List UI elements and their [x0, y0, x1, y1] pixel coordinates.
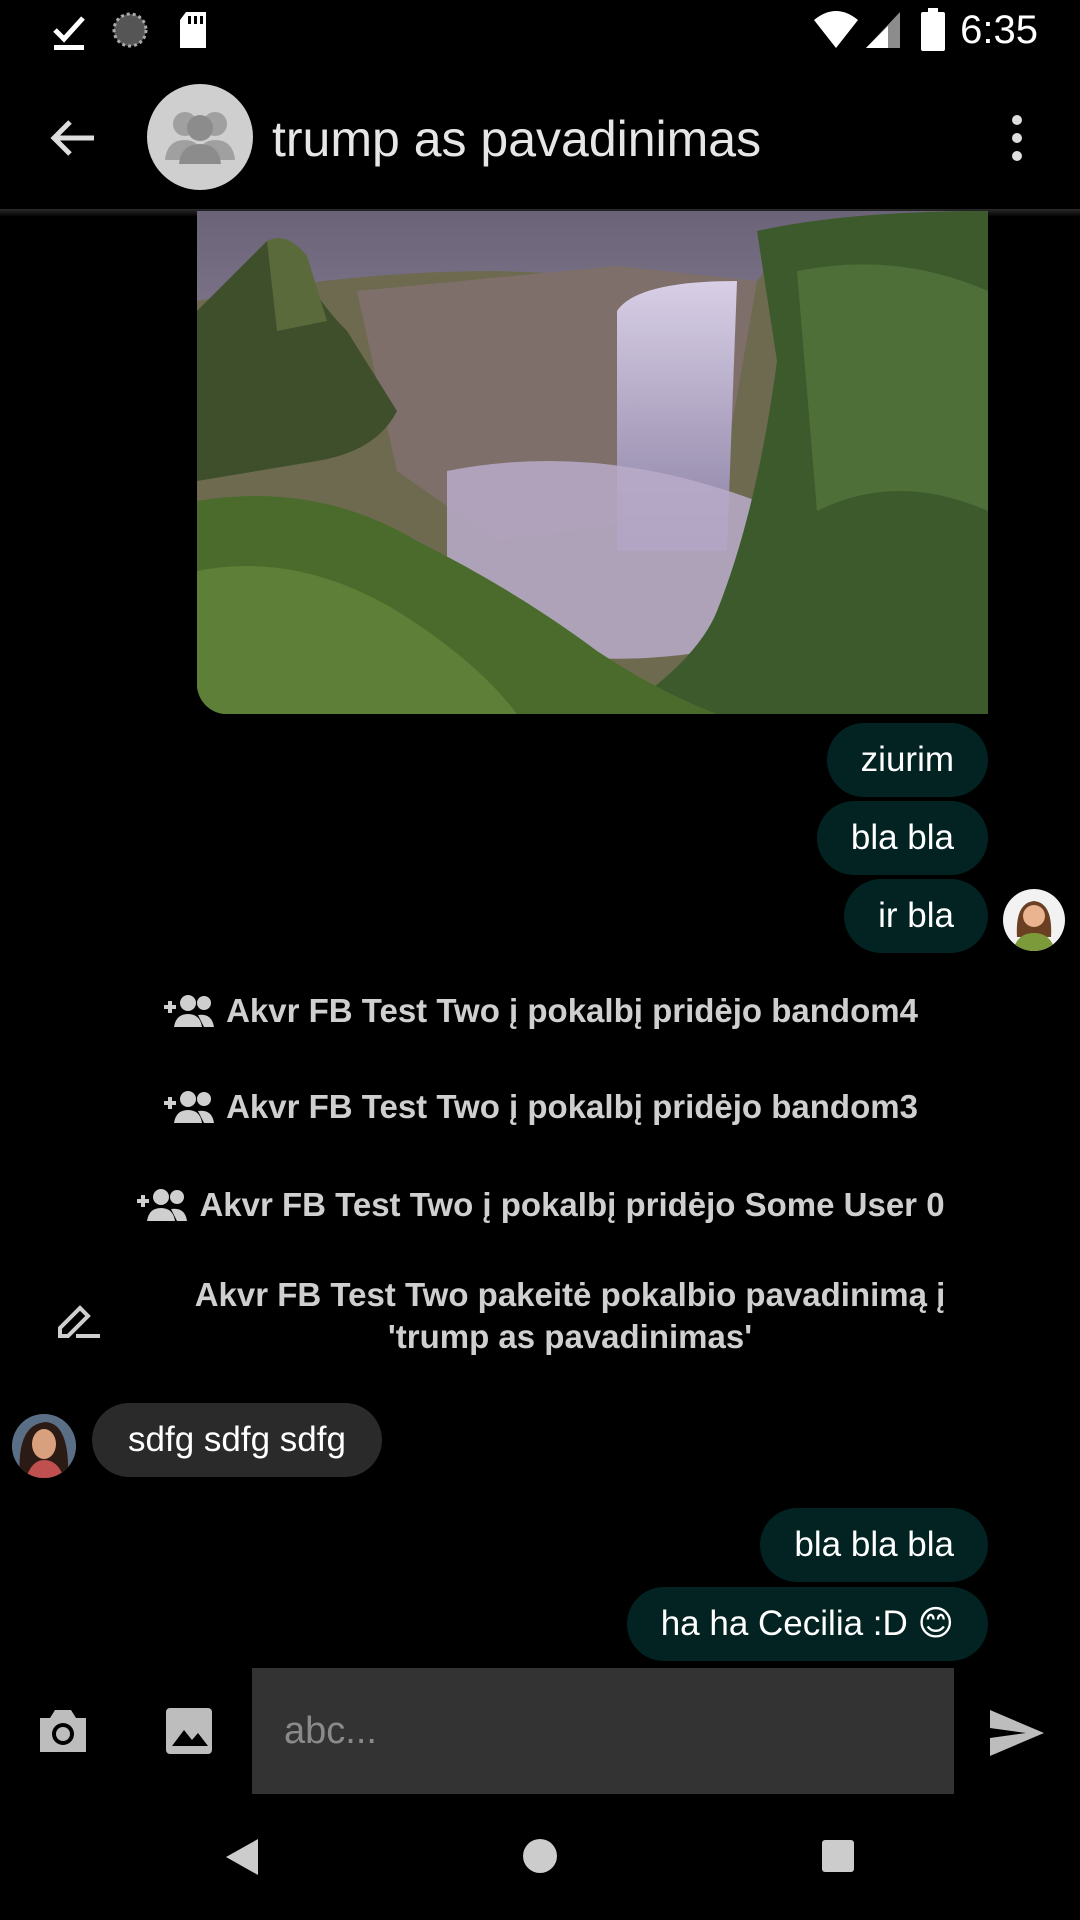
system-nav-bar [0, 1794, 1080, 1920]
woman-avatar-icon [1013, 901, 1055, 951]
system-message: Akvr FB Test Two į pokalbį pridėjo Some … [0, 1180, 1080, 1230]
composer-bar [0, 1668, 1080, 1794]
nav-recents-icon[interactable] [820, 1838, 856, 1874]
system-message-text: 'trump as pavadinimas' [387, 1318, 753, 1355]
more-vert-icon[interactable] [1005, 113, 1029, 163]
clock: 6:35 [960, 8, 1038, 52]
sd-card-icon [180, 12, 206, 48]
app-bar: trump as pavadinimas [0, 66, 1080, 211]
conversation-title[interactable]: trump as pavadinimas [272, 110, 761, 168]
system-message-text: Akvr FB Test Two į pokalbį pridėjo bando… [226, 1088, 918, 1125]
group-icon [165, 112, 235, 164]
system-message-rename: Akvr FB Test Two pakeitė pokalbio pavadi… [140, 1274, 1000, 1358]
system-message-text: Akvr FB Test Two pakeitė pokalbio pavadi… [194, 1276, 946, 1313]
battery-icon [921, 8, 945, 51]
sender-avatar[interactable] [12, 1414, 76, 1478]
person-add-icon [137, 1189, 188, 1221]
nav-home-icon[interactable] [521, 1837, 559, 1875]
outgoing-message[interactable]: ha ha Cecilia :D 😊 [626, 1587, 988, 1661]
outgoing-message[interactable]: bla bla [816, 801, 988, 875]
system-message: Akvr FB Test Two į pokalbį pridėjo bando… [0, 1082, 1080, 1132]
edit-icon [58, 1305, 100, 1338]
signal-icon [866, 12, 900, 48]
loading-icon [112, 12, 148, 48]
system-message-text: Akvr FB Test Two į pokalbį pridėjo Some … [199, 1186, 945, 1223]
outgoing-message[interactable]: ir bla [844, 879, 988, 953]
person-add-icon [164, 995, 215, 1027]
arrow-back-icon[interactable] [48, 113, 98, 163]
group-avatar[interactable] [147, 84, 253, 190]
system-message: Akvr FB Test Two į pokalbį pridėjo bando… [0, 986, 1080, 1036]
user-photo-icon [12, 1414, 76, 1478]
camera-icon[interactable] [36, 1706, 90, 1756]
wifi-icon [814, 11, 858, 48]
waterfall-photo [197, 211, 988, 714]
seen-avatar [1003, 889, 1065, 951]
nav-back-icon[interactable] [222, 1836, 262, 1878]
send-icon[interactable] [988, 1708, 1046, 1758]
status-bar: 6:35 [0, 0, 1080, 66]
outgoing-message[interactable]: ziurim [826, 723, 988, 797]
system-message-text: Akvr FB Test Two į pokalbį pridėjo bando… [226, 992, 918, 1029]
outgoing-message[interactable]: bla bla bla [760, 1508, 988, 1582]
check-icon [53, 16, 85, 50]
incoming-message[interactable]: sdfg sdfg sdfg [92, 1403, 382, 1477]
image-message[interactable] [197, 211, 988, 714]
image-icon[interactable] [164, 1706, 214, 1756]
person-add-icon [164, 1091, 215, 1123]
message-input[interactable] [252, 1668, 954, 1794]
